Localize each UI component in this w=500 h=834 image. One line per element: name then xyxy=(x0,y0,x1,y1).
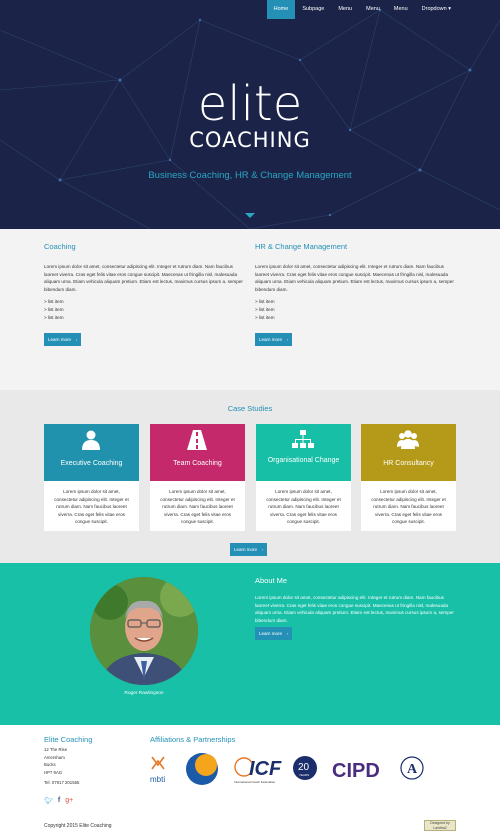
about-learn-more-button[interactable]: Learn more › xyxy=(255,627,293,640)
case-card-team-coaching[interactable]: Team Coaching Lorem ipsum dolor sit amet… xyxy=(150,424,245,531)
about-title: About Me xyxy=(255,576,288,585)
affiliations-title: Affiliations & Partnerships xyxy=(150,735,236,744)
road-icon xyxy=(187,430,207,450)
svg-text:20: 20 xyxy=(298,762,310,773)
footer-title: Elite Coaching xyxy=(44,735,93,744)
card-title: Organisational Change xyxy=(267,457,340,464)
card-text: Lorem ipsum dolor sit amet, consectetur … xyxy=(54,489,129,524)
logo-elite: elite xyxy=(197,76,303,132)
icf-logo: ICF International Coach Federation 20 YE… xyxy=(234,756,317,784)
case-card-hr-consultancy[interactable]: HR Consultancy Lorem ipsum dolor sit ame… xyxy=(361,424,456,531)
address-line: Bucks xyxy=(44,762,56,768)
list-item: > list item xyxy=(255,299,275,305)
service-hr: HR & Change Management Lorem ipsum dolor… xyxy=(255,242,455,346)
service-title: HR & Change Management xyxy=(255,242,348,251)
facebook-icon[interactable]: f xyxy=(58,797,60,805)
card-title: Executive Coaching xyxy=(60,460,123,467)
card-text: Lorem ipsum dolor sit amet, consectetur … xyxy=(266,489,341,524)
footer-tel: Tel: 07917 201555 xyxy=(44,780,80,785)
coaching-learn-more-button[interactable]: Learn more › xyxy=(44,332,82,346)
service-list: > list item > list item > list item xyxy=(255,298,455,321)
case-studies-learn-more-button[interactable]: Learn more › xyxy=(230,543,268,556)
google-plus-icon[interactable]: g+ xyxy=(65,797,73,805)
services-section: Coaching Lorem ipsum dolor sit amet, con… xyxy=(0,229,500,390)
address-line: 12 The Rise xyxy=(44,747,68,752)
twitter-icon[interactable]: 🐦︎ xyxy=(44,797,53,805)
case-card-executive-coaching[interactable]: Executive Coaching Lorem ipsum dolor sit… xyxy=(44,424,139,531)
card-title: HR Consultancy xyxy=(383,460,434,467)
service-coaching: Coaching Lorem ipsum dolor sit amet, con… xyxy=(44,242,244,346)
nav-home[interactable]: Home xyxy=(266,0,296,19)
hr-learn-more-button[interactable]: Learn more › xyxy=(255,332,293,346)
designer-badge[interactable]: Designed by Lamtha2 xyxy=(424,820,456,831)
card-text: Lorem ipsum dolor sit amet, consectetur … xyxy=(371,489,446,524)
service-text: Lorem ipsum dolor sit amet, consectetur … xyxy=(255,264,454,292)
svg-text:A: A xyxy=(407,762,418,777)
list-item: > list item xyxy=(44,299,64,305)
footer: Elite Coaching 12 The Rise Amersham Buck… xyxy=(0,725,500,834)
case-studies-section: Case Studies Executive Coaching Lorem ip… xyxy=(0,390,500,563)
group-icon xyxy=(397,430,419,449)
list-item: > list item xyxy=(255,307,275,313)
nav-menu-1[interactable]: Menu xyxy=(331,0,359,19)
hero-tagline: Business Coaching, HR & Change Managemen… xyxy=(148,170,352,181)
address-line: HP7 9AG xyxy=(44,769,63,775)
card-title: Team Coaching xyxy=(173,460,222,467)
hero-section: Home Subpage Menu Menu Menu Dropdown ▾ e… xyxy=(0,0,500,229)
service-title: Coaching xyxy=(44,242,76,251)
svg-text:mbti: mbti xyxy=(150,775,165,784)
cipd-logo: CIPD xyxy=(332,760,380,782)
social-links: 🐦︎ f g+ xyxy=(44,797,73,805)
list-item: > list item xyxy=(44,314,64,320)
logo-coaching: COACHING xyxy=(189,128,311,152)
nav-menu-2[interactable]: Menu xyxy=(359,0,387,19)
service-list: > list item > list item > list item xyxy=(44,298,244,321)
svg-text:ICF: ICF xyxy=(249,758,282,780)
list-item: > list item xyxy=(255,314,275,320)
affiliation-logos: mbti ICF International Coach Federation … xyxy=(150,753,424,785)
association-seal-logo: A xyxy=(400,756,424,780)
coaching-association-logo xyxy=(186,753,218,785)
org-chart-icon xyxy=(292,430,314,448)
footer-address: 12 The Rise Amersham Bucks HP7 9AG xyxy=(44,746,67,776)
list-item: > list item xyxy=(44,307,64,313)
nav-dropdown[interactable]: Dropdown ▾ xyxy=(415,0,458,19)
svg-text:YEARS: YEARS xyxy=(299,773,309,777)
copyright: Copyright 2015 Elite Coaching xyxy=(44,823,112,829)
nav-subpage[interactable]: Subpage xyxy=(295,0,331,19)
main-nav: Home Subpage Menu Menu Menu Dropdown ▾ xyxy=(266,0,458,19)
case-studies-title: Case Studies xyxy=(227,404,273,413)
address-line: Amersham xyxy=(44,754,65,760)
person-icon xyxy=(82,430,100,450)
about-text: Lorem ipsum dolor sit amet, consectetur … xyxy=(255,595,454,623)
nav-menu-3[interactable]: Menu xyxy=(387,0,415,19)
profile-photo xyxy=(90,577,198,685)
scroll-down-icon[interactable] xyxy=(245,213,255,218)
profile-name: Roger Rawlingson xyxy=(124,691,164,696)
about-section: Roger Rawlingson About Me Lorem ipsum do… xyxy=(0,563,500,725)
svg-text:International Coach Federation: International Coach Federation xyxy=(234,780,276,784)
case-card-organisational-change[interactable]: Organisational Change Lorem ipsum dolor … xyxy=(256,424,351,531)
service-text: Lorem ipsum dolor sit amet, consectetur … xyxy=(44,264,243,292)
mbti-logo: mbti xyxy=(150,756,165,784)
card-text: Lorem ipsum dolor sit amet, consectetur … xyxy=(160,489,235,524)
